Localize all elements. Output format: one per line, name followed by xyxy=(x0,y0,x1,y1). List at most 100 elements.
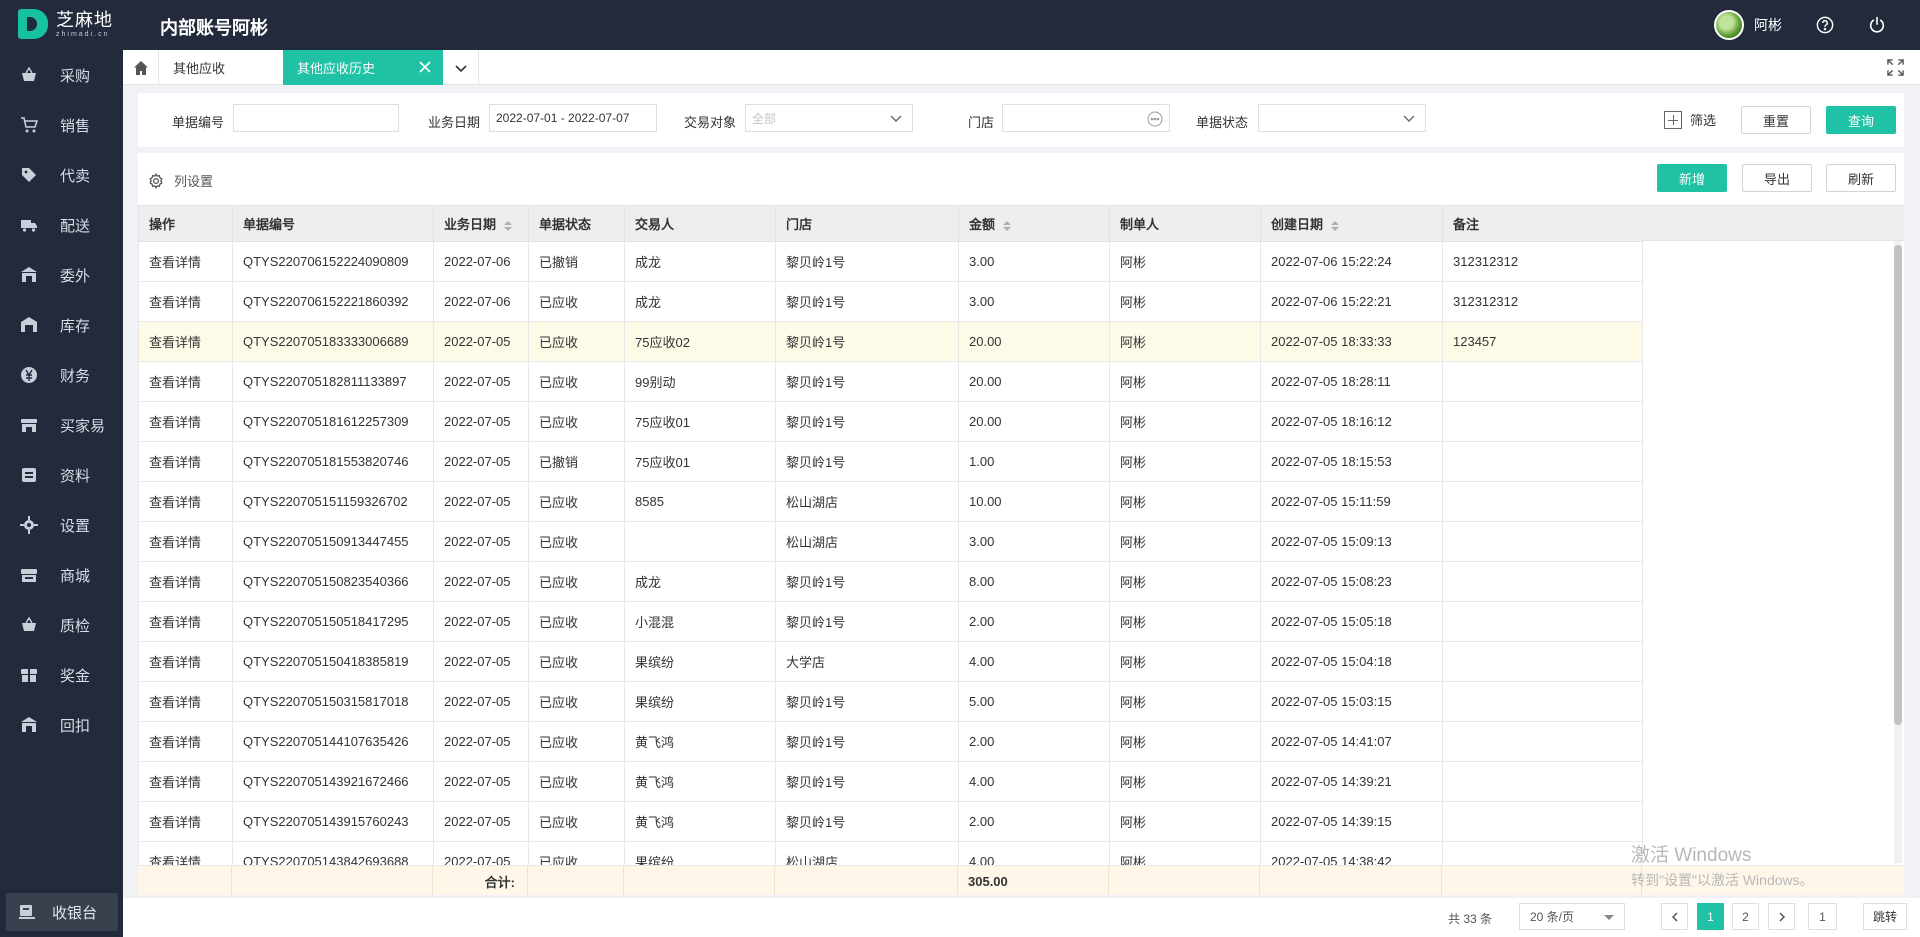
view-detail-link[interactable]: 查看详情 xyxy=(138,241,233,282)
table-row[interactable]: 查看详情 QTYS220705181612257309 2022-07-05 已应收 7… xyxy=(138,401,1643,442)
sidebar-item[interactable]: 商城 xyxy=(0,550,123,600)
date-range-input[interactable]: 2022-07-01 - 2022-07-07 xyxy=(489,104,657,132)
top-header: 芝麻地 zhimadi.cn 内部账号阿彬 阿彬 xyxy=(0,0,1920,50)
view-detail-link[interactable]: 查看详情 xyxy=(138,521,233,562)
view-detail-link[interactable]: 查看详情 xyxy=(138,281,233,322)
view-detail-link[interactable]: 查看详情 xyxy=(138,361,233,402)
view-detail-link[interactable]: 查看详情 xyxy=(138,401,233,442)
avatar[interactable] xyxy=(1714,10,1744,40)
next-page-button[interactable] xyxy=(1768,903,1795,930)
doc-no-label: 单据编号 xyxy=(172,115,225,130)
table-cell: 1.00 xyxy=(958,441,1110,482)
reset-button[interactable]: 重置 xyxy=(1741,106,1811,134)
page-size-select[interactable]: 20 条/页 xyxy=(1519,903,1625,930)
table-row[interactable]: 查看详情 QTYS220705150315817018 2022-07-05 已应收果… xyxy=(138,681,1643,722)
table-cell: 75应收01 xyxy=(624,401,776,442)
table-cell: 2.00 xyxy=(958,721,1110,762)
table-row[interactable]: 查看详情 QTYS220706152224090809 2022-07-06 已撤销成… xyxy=(138,241,1643,282)
table-row[interactable]: 查看详情 QTYS220705143915760243 2022-07-05 已应收黄… xyxy=(138,801,1643,842)
archive-icon xyxy=(20,466,38,484)
prev-page-button[interactable] xyxy=(1661,903,1688,930)
table-row[interactable]: 查看详情 QTYS220705181553820746 2022-07-05 已撤销 7… xyxy=(138,441,1643,482)
table-cell: 黎贝岭1号 xyxy=(775,321,959,362)
table-row[interactable]: 查看详情 QTYS220706152221860392 2022-07-06 已应收成… xyxy=(138,281,1643,322)
view-detail-link[interactable]: 查看详情 xyxy=(138,321,233,362)
table-row[interactable]: 查看详情 QTYS220705144107635426 2022-07-05 已应收黄… xyxy=(138,721,1643,762)
table-cell: 2022-07-05 xyxy=(433,761,529,802)
table-cell: QTYS220705150315817018 xyxy=(232,681,434,722)
page-button-1[interactable]: 1 xyxy=(1697,903,1724,930)
sidebar-item[interactable]: 资料 xyxy=(0,450,123,500)
power-icon[interactable] xyxy=(1868,16,1886,34)
store-input[interactable] xyxy=(1002,104,1170,132)
table-row[interactable]: 查看详情 QTYS220705150418385819 2022-07-05 已应收果… xyxy=(138,641,1643,682)
view-detail-link[interactable]: 查看详情 xyxy=(138,801,233,842)
sidebar-item[interactable]: 配送 xyxy=(0,200,123,250)
tab-other-receivable-history[interactable]: 其他应收历史 xyxy=(283,50,443,85)
status-select[interactable] xyxy=(1258,104,1426,132)
jump-button[interactable]: 跳转 xyxy=(1863,903,1907,930)
doc-no-input[interactable] xyxy=(233,104,399,132)
column-header[interactable]: 业务日期 xyxy=(433,205,529,242)
page-button-2[interactable]: 2 xyxy=(1732,903,1759,930)
mall-icon xyxy=(20,566,38,584)
sidebar-item[interactable]: 回扣 xyxy=(0,700,123,750)
vertical-scrollbar[interactable] xyxy=(1894,241,1902,863)
view-detail-link[interactable]: 查看详情 xyxy=(138,481,233,522)
table-row[interactable]: 查看详情 QTYS220705150913447455 2022-07-05 已应收 松… xyxy=(138,521,1643,562)
refresh-button[interactable]: 刷新 xyxy=(1826,164,1896,192)
scrollbar-thumb[interactable] xyxy=(1894,245,1902,725)
view-detail-link[interactable]: 查看详情 xyxy=(138,601,233,642)
query-button[interactable]: 查询 xyxy=(1826,106,1896,134)
table-row[interactable]: 查看详情 QTYS220705182811133897 2022-07-05 已应收 9… xyxy=(138,361,1643,402)
sidebar-item-label: 库存 xyxy=(60,317,91,335)
view-detail-link[interactable]: 查看详情 xyxy=(138,641,233,682)
sort-icon[interactable] xyxy=(1003,220,1012,231)
table-row[interactable]: 查看详情 QTYS220705183333006689 2022-07-05 已应收 7… xyxy=(138,321,1643,362)
column-header[interactable]: 金额 xyxy=(958,205,1110,242)
logo[interactable]: 芝麻地 zhimadi.cn xyxy=(18,9,113,39)
sidebar-item[interactable]: 质检 xyxy=(0,600,123,650)
sidebar-item[interactable]: 委外 xyxy=(0,250,123,300)
sidebar-item[interactable]: 库存 xyxy=(0,300,123,350)
bonus-icon xyxy=(20,666,38,684)
view-detail-link[interactable]: 查看详情 xyxy=(138,721,233,762)
table-row[interactable]: 查看详情 QTYS220705143921672466 2022-07-05 已应收黄… xyxy=(138,761,1643,802)
sidebar-item[interactable]: 代卖 xyxy=(0,150,123,200)
screen-button[interactable]: 筛选 xyxy=(1664,110,1716,129)
user-name[interactable]: 阿彬 xyxy=(1754,15,1782,35)
view-detail-link[interactable]: 查看详情 xyxy=(138,561,233,602)
view-detail-link[interactable]: 查看详情 xyxy=(138,441,233,482)
table-row[interactable]: 查看详情 QTYS220705150823540366 2022-07-05 已应收成… xyxy=(138,561,1643,602)
jump-page-input[interactable]: 1 xyxy=(1808,903,1837,930)
column-header[interactable]: 创建日期 xyxy=(1260,205,1443,242)
close-icon[interactable] xyxy=(417,59,433,75)
view-detail-link[interactable]: 查看详情 xyxy=(138,681,233,722)
add-button[interactable]: 新增 xyxy=(1657,164,1727,192)
cashier-button[interactable]: 收银台 xyxy=(6,893,118,931)
home-tab[interactable] xyxy=(123,50,159,85)
help-icon[interactable] xyxy=(1816,16,1834,34)
table-row[interactable]: 查看详情 QTYS220705151159326702 2022-07-05 已应收 8… xyxy=(138,481,1643,522)
column-settings-label: 列设置 xyxy=(174,174,214,189)
table-cell: 2022-07-05 xyxy=(433,681,529,722)
sort-icon[interactable] xyxy=(1331,220,1340,231)
table-cell: 黎贝岭1号 xyxy=(775,281,959,322)
sidebar-item[interactable]: 设置 xyxy=(0,500,123,550)
column-header: 单据编号 xyxy=(232,205,434,242)
table-row[interactable]: 查看详情 QTYS220705150518417295 2022-07-05 已应收小… xyxy=(138,601,1643,642)
tab-more-dropdown[interactable] xyxy=(443,50,479,85)
more-dots-icon[interactable] xyxy=(1147,111,1163,127)
sidebar-item[interactable]: 销售 xyxy=(0,100,123,150)
sidebar-item[interactable]: 财务 xyxy=(0,350,123,400)
sidebar-item[interactable]: 奖金 xyxy=(0,650,123,700)
table-cell: 阿彬 xyxy=(1109,441,1261,482)
fullscreen-icon[interactable] xyxy=(1887,59,1904,76)
party-select[interactable]: 全部 xyxy=(745,104,913,132)
export-button[interactable]: 导出 xyxy=(1742,164,1812,192)
column-settings-button[interactable]: 列设置 xyxy=(148,171,213,190)
sidebar-item[interactable]: 采购 xyxy=(0,50,123,100)
sort-icon[interactable] xyxy=(504,220,513,231)
view-detail-link[interactable]: 查看详情 xyxy=(138,761,233,802)
sidebar-item[interactable]: 买家易 xyxy=(0,400,123,450)
